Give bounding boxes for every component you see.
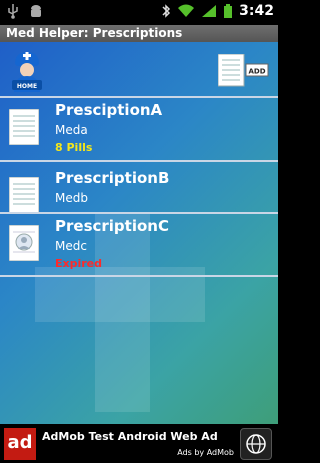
add-document-icon: ADD — [217, 53, 269, 87]
medication-name: Meda — [55, 123, 88, 137]
prescription-name: PresciptionA — [55, 101, 163, 119]
battery-icon — [224, 4, 233, 18]
medication-name: Medb — [55, 191, 88, 205]
home-button[interactable]: HOME — [10, 50, 44, 92]
globe-icon[interactable] — [240, 428, 272, 460]
ad-byline: Ads by AdMob — [177, 448, 234, 457]
prescription-name: PrescriptionB — [55, 169, 170, 187]
document-icon — [9, 177, 39, 213]
usb-icon — [8, 4, 18, 19]
list-item[interactable]: PrescriptionC Medc Expired — [0, 217, 278, 275]
wifi-icon — [178, 4, 195, 17]
add-prescription-button[interactable]: ADD — [217, 53, 270, 88]
admob-logo: ad — [4, 428, 36, 460]
add-label: ADD — [248, 68, 265, 76]
divider — [0, 160, 278, 162]
list-item[interactable]: PresciptionA Meda 8 Pills — [0, 101, 278, 159]
prescription-name: PrescriptionC — [55, 217, 169, 235]
expired-status: Expired — [55, 257, 103, 270]
divider — [0, 212, 278, 214]
document-icon — [9, 109, 39, 145]
main-content: HOME ADD PresciptionA Meda 8 Pills Presc… — [0, 42, 278, 424]
status-bar: 3:42 — [0, 0, 278, 25]
ad-banner[interactable]: ad AdMob Test Android Web Ad Ads by AdMo… — [0, 424, 278, 463]
signal-icon — [202, 5, 217, 17]
document-seal-icon — [9, 225, 39, 261]
pill-count: 8 Pills — [55, 141, 93, 154]
divider — [0, 275, 278, 277]
bluetooth-icon — [162, 4, 171, 18]
app-title: Med Helper: Prescriptions — [0, 25, 278, 42]
nurse-home-icon: HOME — [12, 52, 42, 92]
android-debug-icon — [31, 5, 41, 17]
home-label: HOME — [17, 83, 37, 90]
divider — [0, 96, 278, 98]
medication-name: Medc — [55, 239, 87, 253]
ad-text: AdMob Test Android Web Ad — [42, 430, 218, 443]
status-time: 3:42 — [239, 3, 274, 19]
